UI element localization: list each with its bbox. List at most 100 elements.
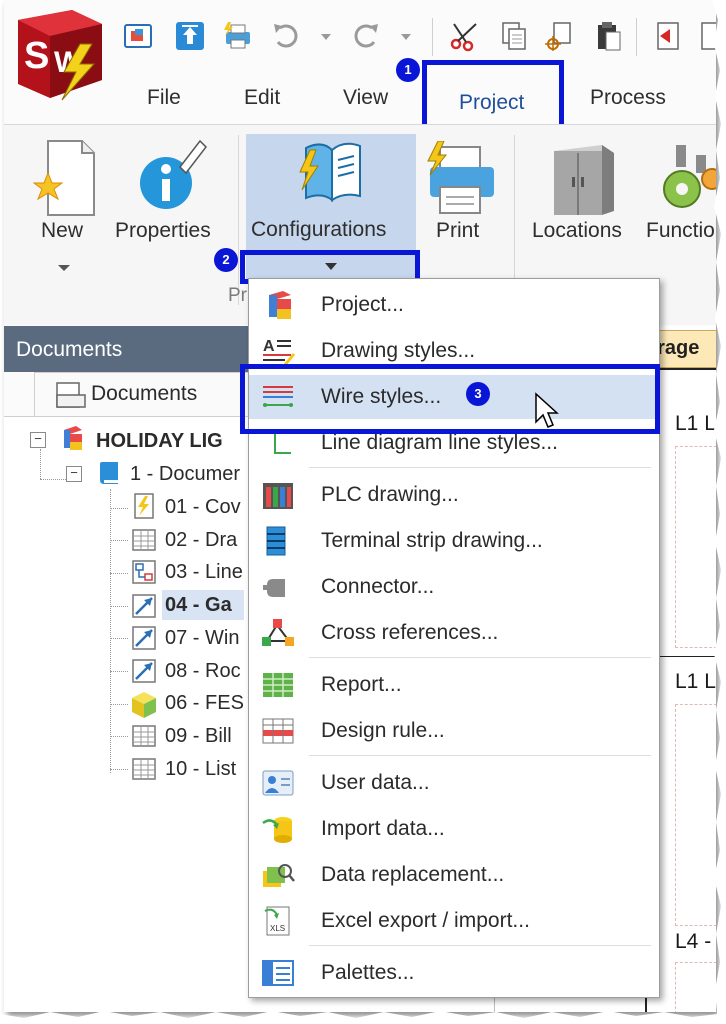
configurations-button[interactable]: Configurations xyxy=(246,134,416,254)
tree-item-document[interactable]: 08 - Roc xyxy=(165,660,241,683)
documents-tab-label: Documents xyxy=(91,382,198,405)
menu-item-label: Cross references... xyxy=(321,621,499,644)
redo-dropdown-icon[interactable] xyxy=(398,20,414,52)
3d-box-icon xyxy=(132,692,156,718)
properties-button-label[interactable]: Properties xyxy=(115,219,211,243)
print-button-label[interactable]: Print xyxy=(436,219,479,243)
svg-text:A: A xyxy=(263,338,275,355)
upload-icon[interactable] xyxy=(174,20,206,52)
book-icon xyxy=(100,462,118,484)
project-cube-icon xyxy=(64,426,82,450)
tree-item-document[interactable]: 01 - Cov xyxy=(165,496,241,519)
new-window-icon[interactable] xyxy=(122,20,154,52)
undo-dropdown-icon[interactable] xyxy=(318,20,334,52)
new-document-icon[interactable] xyxy=(30,137,102,221)
tree-item-document[interactable]: 02 - Dra xyxy=(165,529,237,552)
app-window: S W File Edit View Project Process 1 New… xyxy=(4,0,716,1012)
tree-item-project[interactable]: HOLIDAY LIG xyxy=(96,430,223,453)
menu-item-cross-references[interactable]: Cross references... xyxy=(249,611,659,655)
redo-icon[interactable] xyxy=(350,20,382,52)
menu-item-label: Project... xyxy=(321,293,404,316)
plc-icon xyxy=(263,483,293,509)
table-icon xyxy=(132,725,156,747)
tab-edit[interactable]: Edit xyxy=(244,86,280,110)
drawing-styles-icon: A xyxy=(263,338,295,367)
new-button-label[interactable]: New xyxy=(41,219,83,243)
menu-item-data-replacement[interactable]: Data replacement... xyxy=(249,853,659,897)
new-dropdown-arrow-icon[interactable] xyxy=(57,263,71,273)
menu-item-label: Import data... xyxy=(321,817,445,840)
ribbon-group-label: Pr xyxy=(228,285,247,306)
menu-item-label: Report... xyxy=(321,673,402,696)
drawing-grid xyxy=(675,962,716,1012)
report-icon xyxy=(263,673,293,697)
menu-item-design-rule[interactable]: Design rule... xyxy=(249,709,659,753)
menu-item-user-data[interactable]: User data... xyxy=(249,761,659,805)
previous-page-icon[interactable] xyxy=(652,20,684,52)
copy-with-base-point-icon[interactable] xyxy=(544,20,576,52)
tree-item-document-active[interactable]: 04 - Ga xyxy=(165,594,232,617)
documents-tab-icon xyxy=(56,382,86,408)
excel-icon: XLS xyxy=(264,906,290,936)
solidworks-electrical-logo: S W xyxy=(18,10,102,101)
configurations-book-icon xyxy=(299,142,361,203)
ribbon-separator xyxy=(238,135,239,305)
tree-collapse-toggle[interactable]: − xyxy=(30,432,46,448)
palettes-icon xyxy=(262,960,294,986)
menu-item-import-data[interactable]: Import data... xyxy=(249,807,659,851)
properties-icon[interactable] xyxy=(134,135,210,219)
tree-item-document[interactable]: 09 - Bill xyxy=(165,725,232,748)
tree-connector xyxy=(110,736,128,737)
torn-edge-right xyxy=(712,0,726,1024)
menu-item-excel-export-import[interactable]: XLS Excel export / import... xyxy=(249,899,659,943)
functions-gears-icon[interactable] xyxy=(656,139,716,215)
menu-item-terminal-strip-drawing[interactable]: Terminal strip drawing... xyxy=(249,519,659,563)
print-quick-icon[interactable] xyxy=(222,20,254,52)
menu-item-palettes[interactable]: Palettes... xyxy=(249,951,659,995)
paste-icon[interactable] xyxy=(592,20,624,52)
tab-process[interactable]: Process xyxy=(590,86,666,110)
tree-connector xyxy=(110,489,111,773)
tree-connector xyxy=(110,573,128,574)
menu-separator xyxy=(309,467,651,468)
cross-references-icon xyxy=(262,619,294,646)
menu-item-project[interactable]: Project... xyxy=(249,283,659,327)
copy-icon[interactable] xyxy=(498,20,530,52)
table-icon xyxy=(132,758,156,780)
tree-item-document[interactable]: 06 - FES xyxy=(165,692,244,715)
scheme-icon xyxy=(132,594,156,618)
tree-connector xyxy=(110,704,128,705)
menu-separator xyxy=(309,657,651,658)
tab-file[interactable]: File xyxy=(147,86,181,110)
menu-item-connector[interactable]: Connector... xyxy=(249,565,659,609)
drawing-grid xyxy=(675,704,716,926)
tree-item-book[interactable]: 1 - Documer xyxy=(130,463,240,486)
tree-item-document[interactable]: 03 - Line xyxy=(165,561,243,584)
documents-pane-title: Documents xyxy=(16,338,123,361)
quick-access-toolbar: S W xyxy=(4,0,716,101)
connector-icon xyxy=(263,579,285,597)
cover-page-icon xyxy=(134,493,154,519)
menu-item-plc-drawing[interactable]: PLC drawing... xyxy=(249,473,659,517)
menu-item-label: Excel export / import... xyxy=(321,909,530,932)
menu-separator xyxy=(309,755,651,756)
tab-view[interactable]: View xyxy=(343,86,388,110)
tree-connector xyxy=(110,671,128,672)
tree-collapse-toggle[interactable]: − xyxy=(66,466,82,482)
cut-icon[interactable] xyxy=(448,20,480,52)
functions-button-label[interactable]: Functio xyxy=(646,219,715,243)
import-data-icon xyxy=(262,817,292,843)
user-data-icon xyxy=(262,770,294,796)
toolbar-separator xyxy=(636,18,637,56)
locations-button-label[interactable]: Locations xyxy=(532,219,622,243)
tree-item-document[interactable]: 10 - List xyxy=(165,758,236,781)
print-icon[interactable] xyxy=(424,141,500,219)
documents-tab[interactable]: Documents xyxy=(34,372,256,417)
step-badge-3: 3 xyxy=(466,382,490,406)
undo-icon[interactable] xyxy=(270,20,302,52)
step-badge-2: 2 xyxy=(214,248,238,272)
tree-item-document[interactable]: 07 - Win xyxy=(165,627,239,650)
menu-item-report[interactable]: Report... xyxy=(249,663,659,707)
locations-cabinet-icon[interactable] xyxy=(544,139,620,219)
tree-connector xyxy=(110,508,128,509)
